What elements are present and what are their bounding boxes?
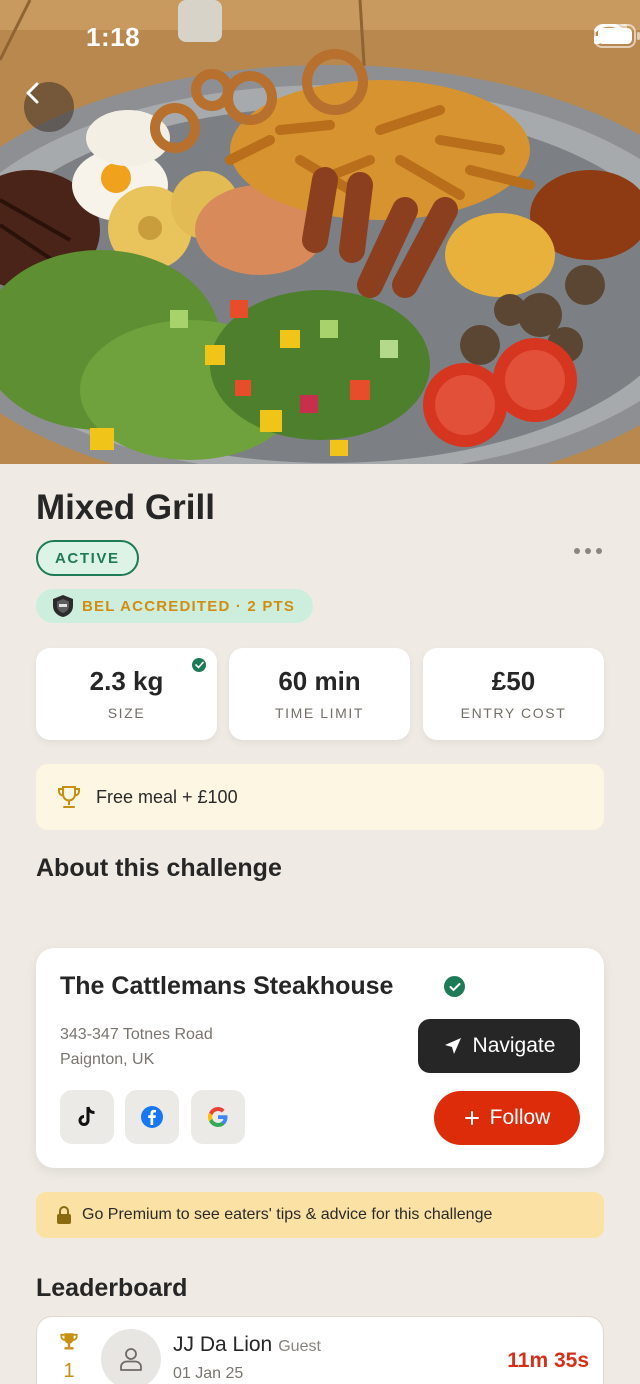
about-heading: About this challenge: [36, 854, 282, 882]
premium-banner[interactable]: Go Premium to see eaters' tips & advice …: [36, 1192, 604, 1238]
stat-time-limit: 60 min TIME LIMIT: [229, 648, 410, 740]
more-icon: [574, 548, 580, 554]
facebook-button[interactable]: [125, 1090, 179, 1144]
follow-label: Follow: [489, 1106, 551, 1129]
trophy-icon: [58, 786, 80, 808]
follow-button[interactable]: Follow: [434, 1091, 580, 1145]
google-button[interactable]: [191, 1090, 245, 1144]
completion-time: 11m 35s: [507, 1349, 589, 1372]
trophy-icon: [60, 1333, 78, 1350]
stat-size: 2.3 kg SIZE: [36, 648, 217, 740]
leaderboard-heading: Leaderboard: [36, 1274, 188, 1302]
stat-label: ENTRY COST: [460, 705, 567, 721]
venue-address-line2: Paignton, UK: [60, 1051, 155, 1068]
leaderboard-row[interactable]: 1 JJ Da Lion Guest 01 Jan 25 11m 35s: [36, 1316, 604, 1384]
bel-shield-icon: [53, 595, 73, 617]
stat-label: SIZE: [107, 705, 146, 721]
rank: 1: [57, 1331, 81, 1383]
battery-icon: [594, 24, 640, 48]
stat-label: TIME LIMIT: [274, 705, 365, 721]
stat-entry-cost: £50 ENTRY COST: [423, 648, 604, 740]
navigate-arrow-icon: [444, 1038, 461, 1054]
user-icon: [120, 1348, 142, 1371]
hero-photo: 1:18: [0, 0, 640, 464]
verified-check-icon: [192, 658, 206, 672]
back-button[interactable]: [24, 82, 74, 132]
prize-banner: Free meal + £100: [36, 764, 604, 830]
eater-name-text: JJ Da Lion: [173, 1333, 273, 1356]
navigate-label: Navigate: [472, 1034, 556, 1057]
stat-value: 60 min: [278, 666, 361, 696]
plus-icon: [464, 1111, 479, 1125]
prize-text: Free meal + £100: [96, 786, 238, 807]
navigate-button[interactable]: Navigate: [418, 1019, 580, 1073]
verified-check-icon: [444, 976, 465, 997]
google-icon: [208, 1107, 228, 1127]
stat-value: £50: [491, 666, 536, 696]
more-icon-dot: [596, 548, 602, 554]
status-badge: ACTIVE: [36, 540, 139, 576]
challenge-title: Mixed Grill: [36, 488, 215, 527]
venue-name[interactable]: The Cattlemans Steakhouse: [60, 972, 393, 1001]
premium-text: Go Premium to see eaters' tips & advice …: [82, 1206, 493, 1223]
guest-tag: Guest: [278, 1338, 321, 1355]
status-bar: 1:18: [0, 0, 640, 76]
facebook-icon: [141, 1106, 163, 1128]
lock-icon: [57, 1206, 71, 1224]
accreditation-badge: BEL ACCREDITED · 2 PTS: [36, 589, 314, 623]
tiktok-button[interactable]: [60, 1090, 114, 1144]
accreditation-text: BEL ACCREDITED · 2 PTS: [82, 597, 296, 615]
eater-name: JJ Da Lion Guest: [173, 1333, 321, 1357]
more-options-button[interactable]: [574, 548, 602, 554]
venue-address-line1: 343-347 Totnes Road: [60, 1026, 213, 1043]
rank-number: 1: [63, 1360, 75, 1382]
chevron-left-icon: [26, 82, 39, 104]
stat-value: 2.3 kg: [89, 666, 164, 696]
more-icon-dot: [585, 548, 591, 554]
attempt-date: 01 Jan 25: [173, 1365, 244, 1382]
avatar: [101, 1329, 161, 1384]
venue-card: The Cattlemans Steakhouse 343-347 Totnes…: [36, 948, 604, 1168]
status-time: 1:18: [86, 22, 141, 52]
tiktok-icon: [78, 1106, 95, 1126]
